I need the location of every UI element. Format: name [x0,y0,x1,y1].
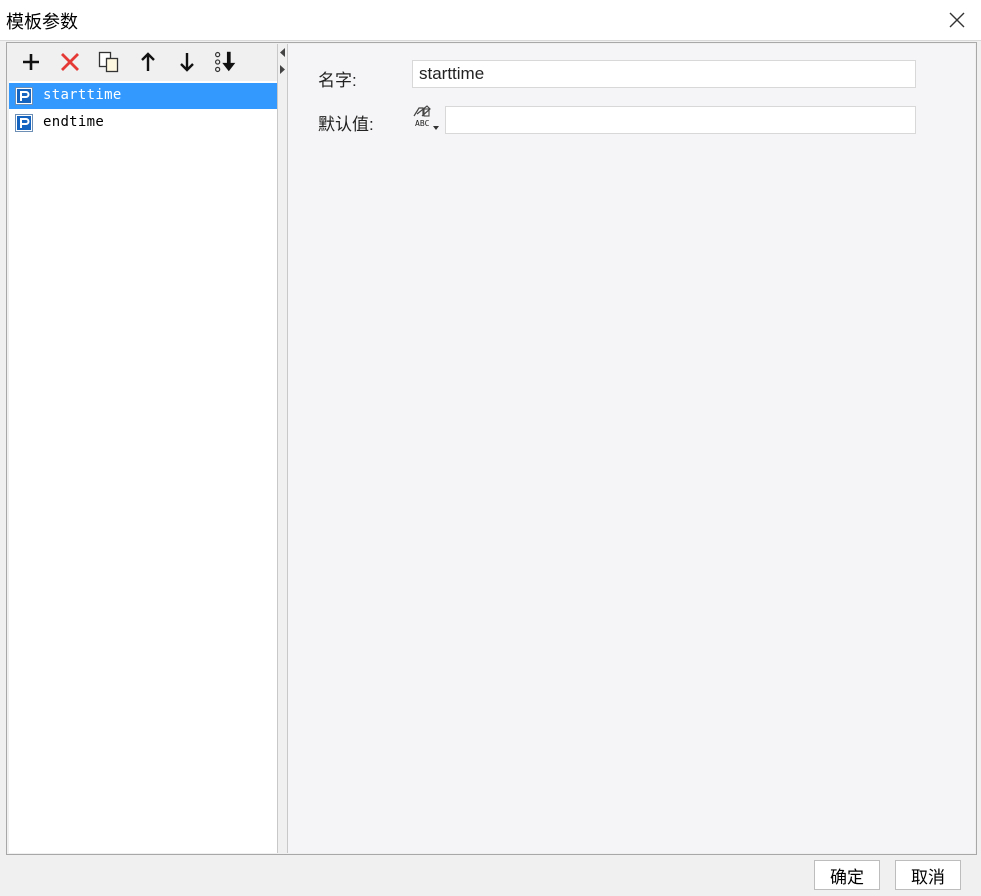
close-button[interactable] [943,6,971,34]
pane-splitter[interactable] [277,44,288,853]
window-title: 模板参数 [6,12,78,32]
move-down-icon [180,53,194,72]
title-bar: 模板参数 [0,0,981,41]
delete-button[interactable] [57,48,83,76]
expand-right-icon[interactable] [279,65,286,74]
value-type-button[interactable]: ABC [408,104,440,134]
svg-text:ABC: ABC [415,119,430,128]
parameter-list: starttime endtime [9,81,278,853]
name-input[interactable] [412,60,916,88]
parameter-detail-pane: 名字: 默认值: ABC [288,44,975,853]
sort-icon [214,51,236,73]
ok-button[interactable]: 确定 [814,860,880,890]
move-down-button[interactable] [174,48,200,76]
parameter-list-pane: starttime endtime [8,44,278,853]
add-icon [23,54,39,70]
list-item[interactable]: starttime [9,83,277,109]
list-item-label: starttime [43,87,122,103]
cancel-button[interactable]: 取消 [895,860,961,890]
sort-button[interactable] [213,48,239,76]
dialog-frame: starttime endtime 名字: 默认值: [6,42,977,855]
default-value-input[interactable] [445,106,916,134]
abc-type-icon: ABC [413,105,439,130]
name-label: 名字: [318,71,357,90]
list-item[interactable]: endtime [9,110,277,136]
parameter-toolbar [8,44,277,80]
close-icon [949,12,965,28]
parameter-icon [15,114,33,132]
list-item-label: endtime [43,114,105,130]
collapse-left-icon[interactable] [279,48,286,57]
move-up-button[interactable] [135,48,161,76]
parameter-icon [15,87,33,105]
add-button[interactable] [18,48,44,76]
delete-icon [61,53,79,71]
default-value-label: 默认值: [318,115,374,134]
copy-button[interactable] [96,48,122,76]
move-up-icon [141,52,155,71]
copy-icon [98,51,119,73]
